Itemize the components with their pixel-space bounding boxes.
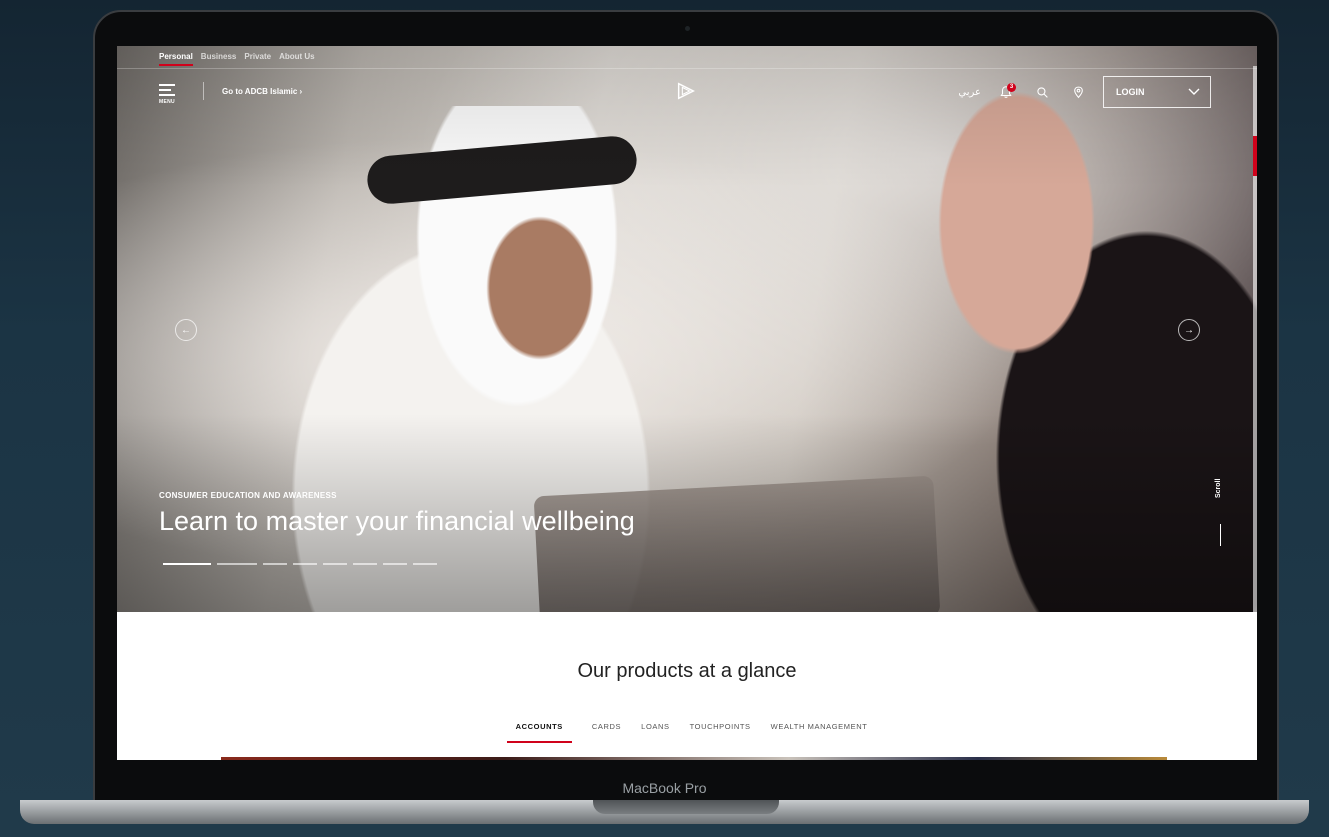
product-tabs: ACCOUNTS CARDS LOANS TOUCHPOINTS WEALTH …	[117, 722, 1257, 743]
carousel-indicator[interactable]	[383, 563, 407, 565]
page-scrollbar[interactable]	[1253, 66, 1257, 612]
laptop-base-notch	[593, 800, 779, 814]
top-nav-personal[interactable]: Personal	[159, 52, 193, 66]
location-pin-icon	[1073, 86, 1083, 99]
header-actions: عربي 3 LOGIN	[958, 76, 1211, 108]
product-cards-preview	[221, 757, 1167, 760]
hero-title: Learn to master your financial wellbeing	[159, 506, 635, 536]
tab-cards[interactable]: CARDS	[592, 722, 621, 743]
hero-eyebrow: CONSUMER EDUCATION AND AWARENESS	[159, 491, 337, 500]
tab-accounts[interactable]: ACCOUNTS	[506, 722, 572, 743]
tab-touchpoints[interactable]: TOUCHPOINTS	[690, 722, 751, 743]
top-nav-private[interactable]: Private	[244, 52, 271, 66]
hero-banner: Personal Business Private About Us MENU …	[117, 46, 1257, 612]
carousel-indicator[interactable]	[293, 563, 317, 565]
locator-button[interactable]	[1067, 81, 1089, 103]
browser-screen: Personal Business Private About Us MENU …	[117, 46, 1257, 760]
notifications-button[interactable]: 3	[995, 81, 1017, 103]
hamburger-icon	[159, 84, 175, 86]
carousel-indicator[interactable]	[323, 563, 347, 565]
carousel-indicators	[163, 563, 437, 565]
carousel-indicator[interactable]	[413, 563, 437, 565]
language-switch[interactable]: عربي	[958, 87, 981, 98]
chevron-down-icon	[1188, 88, 1200, 95]
carousel-indicator[interactable]	[353, 563, 377, 565]
top-nav: Personal Business Private About Us	[159, 52, 315, 66]
header-separator	[203, 82, 204, 100]
nav-divider	[117, 68, 1257, 69]
camera-icon	[685, 26, 690, 31]
scroll-indicator-line	[1220, 524, 1221, 546]
carousel-indicator[interactable]	[263, 563, 287, 565]
notification-badge: 3	[1007, 83, 1016, 92]
search-icon	[1036, 86, 1048, 98]
adcb-logo-icon[interactable]	[675, 80, 697, 102]
scroll-label: Scroll	[1215, 478, 1222, 498]
top-nav-business[interactable]: Business	[201, 52, 237, 66]
carousel-next-button[interactable]: →	[1178, 319, 1200, 341]
top-nav-about-us[interactable]: About Us	[279, 52, 315, 66]
goto-adcb-islamic-link[interactable]: Go to ADCB Islamic ›	[222, 87, 302, 96]
menu-button[interactable]: MENU	[159, 84, 179, 106]
tab-loans[interactable]: LOANS	[641, 722, 669, 743]
menu-label: MENU	[159, 99, 175, 105]
search-button[interactable]	[1031, 81, 1053, 103]
scrollbar-thumb[interactable]	[1253, 136, 1257, 176]
login-label: LOGIN	[1116, 87, 1145, 97]
carousel-indicator[interactable]	[217, 563, 257, 565]
login-dropdown[interactable]: LOGIN	[1103, 76, 1211, 108]
products-section-title: Our products at a glance	[577, 660, 797, 682]
device-label: MacBook Pro	[622, 780, 707, 796]
tab-wealth-management[interactable]: WEALTH MANAGEMENT	[771, 722, 868, 743]
carousel-prev-button[interactable]: ←	[175, 319, 197, 341]
carousel-indicator[interactable]	[163, 563, 211, 565]
